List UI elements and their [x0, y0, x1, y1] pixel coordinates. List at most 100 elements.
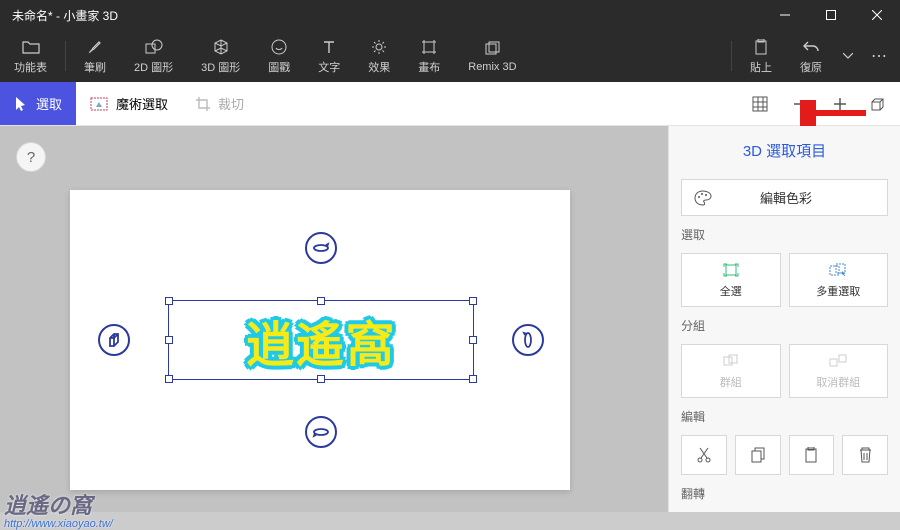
stickers-button[interactable]: 圖戳	[254, 30, 304, 82]
canvas-area[interactable]: ? 逍遙窩	[0, 126, 668, 512]
crop-label: 裁切	[218, 94, 244, 113]
paste-label: 貼上	[750, 59, 772, 75]
group-icon	[723, 352, 739, 370]
shapes3d-label: 3D 圖形	[201, 59, 240, 75]
resize-handle-tr[interactable]	[469, 297, 477, 305]
stickers-icon	[271, 38, 287, 56]
window-title: 未命名* - 小畫家 3D	[12, 7, 118, 24]
multi-select-label: 多重選取	[816, 283, 860, 299]
text-icon	[322, 38, 336, 56]
toolbar-dropdown[interactable]	[836, 30, 860, 82]
cut-icon	[697, 447, 711, 463]
help-button[interactable]: ?	[16, 142, 46, 172]
select-tool[interactable]: 選取	[0, 82, 76, 125]
multi-select-icon	[829, 261, 847, 279]
stickers-label: 圖戳	[268, 59, 290, 75]
ungroup-label: 取消群組	[816, 374, 860, 390]
paste-icon	[754, 38, 768, 56]
main-toolbar: 功能表 筆刷 2D 圖形 3D 圖形 圖戳 文字 效果 畫布	[0, 30, 900, 82]
section-select-label: 選取	[681, 226, 888, 243]
crop-icon	[196, 97, 210, 111]
menu-button[interactable]: 功能表	[0, 30, 61, 82]
properties-panel: 3D 選取項目 編輯色彩 選取 全選 多重選取 分組	[668, 126, 900, 512]
shapes2d-icon	[145, 38, 163, 56]
group-button[interactable]: 群組	[681, 344, 781, 398]
crop-tool[interactable]: 裁切	[182, 82, 258, 125]
titlebar: 未命名* - 小畫家 3D	[0, 0, 900, 30]
effects-label: 效果	[368, 59, 390, 75]
group-label: 群組	[720, 374, 742, 390]
brush-label: 筆刷	[84, 59, 106, 75]
minimize-button[interactable]	[762, 0, 808, 30]
shapes3d-icon	[213, 38, 229, 56]
remix3d-button[interactable]: Remix 3D	[454, 30, 530, 82]
section-edit-label: 編輯	[681, 408, 888, 425]
watermark-brand: 逍遙の窩	[4, 488, 113, 520]
undo-label: 復原	[800, 59, 822, 75]
sub-toolbar: 選取 魔術選取 裁切	[0, 82, 900, 126]
folder-icon	[22, 38, 40, 56]
remix3d-label: Remix 3D	[468, 61, 516, 73]
delete-button[interactable]	[842, 435, 888, 475]
resize-handle-tl[interactable]	[165, 297, 173, 305]
multi-select-button[interactable]: 多重選取	[789, 253, 889, 307]
maximize-button[interactable]	[808, 0, 854, 30]
resize-handle-tm[interactable]	[317, 297, 325, 305]
select-all-label: 全選	[720, 283, 742, 299]
close-button[interactable]	[854, 0, 900, 30]
cursor-icon	[14, 96, 28, 112]
zoom-out[interactable]	[780, 82, 820, 125]
rotate-x-handle[interactable]	[305, 232, 337, 264]
copy-icon	[751, 447, 765, 463]
watermark: 逍遙の窩 http://www.xiaoyao.tw/	[4, 488, 113, 530]
selected-object[interactable]: 逍遙窩	[144, 290, 498, 390]
depth-handle[interactable]	[98, 324, 130, 356]
resize-handle-ml[interactable]	[165, 336, 173, 344]
select-label: 選取	[36, 94, 62, 113]
paste-panel-button[interactable]	[789, 435, 835, 475]
text-label: 文字	[318, 59, 340, 75]
brush-button[interactable]: 筆刷	[70, 30, 120, 82]
canvas-icon	[421, 38, 437, 56]
section-group-label: 分組	[681, 317, 888, 334]
rotate-y-handle[interactable]	[512, 324, 544, 356]
resize-handle-bl[interactable]	[165, 375, 173, 383]
canvas-label: 畫布	[418, 59, 440, 75]
trash-icon	[859, 447, 872, 463]
resize-handle-br[interactable]	[469, 375, 477, 383]
resize-handle-bm[interactable]	[317, 375, 325, 383]
body: ? 逍遙窩	[0, 126, 900, 512]
app-window: 未命名* - 小畫家 3D 功能表 筆刷 2D 圖形 3D 圖形 圖戳	[0, 0, 900, 512]
select-all-button[interactable]: 全選	[681, 253, 781, 307]
panel-title: 3D 選取項目	[681, 136, 888, 169]
grid-toggle[interactable]	[740, 82, 780, 125]
ungroup-icon	[829, 352, 847, 370]
palette-icon	[694, 190, 712, 206]
zoom-in[interactable]	[820, 82, 860, 125]
remix3d-icon	[484, 40, 500, 58]
cut-button[interactable]	[681, 435, 727, 475]
select-all-icon	[723, 261, 739, 279]
undo-button[interactable]: 復原	[786, 30, 836, 82]
canvas-button[interactable]: 畫布	[404, 30, 454, 82]
rotate-z-handle[interactable]	[305, 416, 337, 448]
paste-button[interactable]: 貼上	[736, 30, 786, 82]
ungroup-button[interactable]: 取消群組	[789, 344, 889, 398]
resize-handle-mr[interactable]	[469, 336, 477, 344]
magic-select-label: 魔術選取	[116, 94, 168, 113]
shapes3d-button[interactable]: 3D 圖形	[187, 30, 254, 82]
text-button[interactable]: 文字	[304, 30, 354, 82]
shapes2d-label: 2D 圖形	[134, 59, 173, 75]
selection-box[interactable]	[168, 300, 474, 380]
paste-panel-icon	[804, 447, 818, 463]
copy-button[interactable]	[735, 435, 781, 475]
edit-color-button[interactable]: 編輯色彩	[681, 179, 888, 216]
view-3d-toggle[interactable]	[860, 82, 900, 125]
effects-button[interactable]: 效果	[354, 30, 404, 82]
magic-select-icon	[90, 97, 108, 111]
toolbar-more[interactable]: ⋯	[860, 30, 900, 82]
effects-icon	[371, 38, 387, 56]
magic-select-tool[interactable]: 魔術選取	[76, 82, 182, 125]
shapes2d-button[interactable]: 2D 圖形	[120, 30, 187, 82]
edit-color-label: 編輯色彩	[760, 188, 812, 207]
